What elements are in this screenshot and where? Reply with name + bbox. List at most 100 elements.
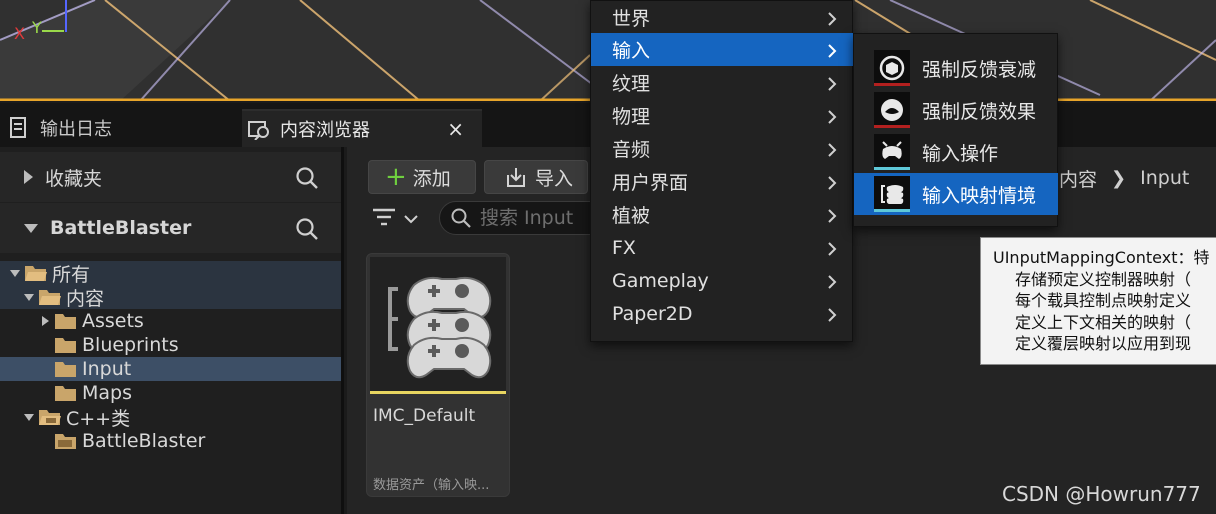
tab-content-browser[interactable]: 内容浏览器 × xyxy=(242,109,482,147)
tree-item-label: Maps xyxy=(82,382,132,404)
favorites-label: 收藏夹 xyxy=(45,167,103,190)
menu-item-texture[interactable]: 纹理 xyxy=(591,66,853,99)
search-icon[interactable] xyxy=(295,166,319,194)
force-feedback-effect-icon xyxy=(874,92,910,128)
tree-item-content[interactable]: 内容 xyxy=(0,285,341,310)
chevron-down-icon xyxy=(22,410,36,424)
folder-open-icon xyxy=(38,288,62,306)
folder-icon xyxy=(54,384,78,402)
import-button[interactable]: 导入 xyxy=(484,160,588,194)
chevron-down-icon xyxy=(22,290,36,304)
submenu-item-input-action[interactable]: 输入操作 xyxy=(854,131,1058,173)
tree-item-label: Input xyxy=(82,358,132,380)
tooltip-line: 每个载具控制点映射定义 xyxy=(1015,291,1192,310)
chevron-down-icon xyxy=(24,223,38,233)
output-log-icon xyxy=(8,117,30,139)
filter-dropdown[interactable] xyxy=(371,207,419,231)
asset-tile[interactable]: IMC_Default 数据资产（输入映... xyxy=(366,253,510,497)
menu-item-label: 音频 xyxy=(612,139,651,161)
menu-item-user-interface[interactable]: 用户界面 xyxy=(591,165,853,198)
menu-item-paper2d[interactable]: Paper2D xyxy=(591,297,853,330)
add-label: 添加 xyxy=(412,167,451,190)
tree-item-cpp-classes[interactable]: C++类 xyxy=(0,405,341,430)
asset-type: 数据资产（输入映... xyxy=(373,478,490,493)
menu-item-physics[interactable]: 物理 xyxy=(591,99,853,132)
menu-item-label: 纹理 xyxy=(612,73,651,95)
chevron-right-icon: ❯ xyxy=(1111,167,1127,189)
tooltip-line: UInputMappingContext：特 xyxy=(993,248,1210,267)
axis-y-line xyxy=(42,30,64,32)
menu-item-fx[interactable]: FX xyxy=(591,231,853,264)
menu-item-label: Gameplay xyxy=(612,269,709,292)
tree-item-blueprints[interactable]: Blueprints xyxy=(0,333,341,357)
folder-tree: 所有 内容 Assets Blueprints Input Maps C++类 xyxy=(0,261,341,453)
tree-item-label: BattleBlaster xyxy=(82,430,206,452)
tab-label: 内容浏览器 xyxy=(280,120,370,141)
stripe xyxy=(874,167,910,170)
tooltip-line: 定义上下文相关的映射（ xyxy=(1015,312,1192,332)
stripe xyxy=(874,209,910,212)
tree-item-label: 所有 xyxy=(52,263,91,286)
import-label: 导入 xyxy=(535,167,574,190)
submenu-item-force-feedback-effect[interactable]: 强制反馈效果 xyxy=(854,89,1058,131)
tree-item-label: 内容 xyxy=(66,287,105,310)
plus-icon: + xyxy=(385,162,407,192)
folder-icon xyxy=(54,312,78,330)
menu-item-label: 物理 xyxy=(612,106,651,128)
tree-item-label: Blueprints xyxy=(82,334,179,356)
chevron-right-icon xyxy=(827,141,837,163)
cpp-folder-icon xyxy=(54,432,78,450)
input-mapping-context-thumbnail xyxy=(370,257,506,391)
chevron-right-icon xyxy=(827,240,837,262)
menu-item-label: FX xyxy=(612,236,636,259)
submenu-item-input-mapping-context[interactable]: 输入映射情境 xyxy=(854,173,1058,215)
chevron-right-icon xyxy=(827,42,837,64)
chevron-right-icon xyxy=(827,10,837,32)
project-header[interactable]: BattleBlaster xyxy=(0,203,341,253)
submenu-item-label: 输入操作 xyxy=(922,142,999,165)
menu-item-label: 植被 xyxy=(612,205,651,227)
chevron-right-icon xyxy=(827,306,837,328)
tree-item-assets[interactable]: Assets xyxy=(0,309,341,333)
tree-item-maps[interactable]: Maps xyxy=(0,381,341,405)
context-menu: 世界 输入 纹理 物理 音频 用户界面 植被 FX Gameplay Paper… xyxy=(590,0,853,342)
menu-item-world[interactable]: 世界 xyxy=(591,1,853,34)
input-submenu: 强制反馈衰减 强制反馈效果 输入操作 输入映射情境 xyxy=(853,33,1058,227)
tree-item-input[interactable]: Input xyxy=(0,357,341,381)
chevron-right-icon xyxy=(24,170,33,184)
menu-item-foliage[interactable]: 植被 xyxy=(591,198,853,231)
tree-item-battleblaster-module[interactable]: BattleBlaster xyxy=(0,429,341,453)
breadcrumb-item-input[interactable]: Input xyxy=(1140,167,1189,189)
close-icon[interactable]: × xyxy=(447,117,464,141)
filter-icon xyxy=(371,207,397,231)
submenu-item-force-feedback-attenuation[interactable]: 强制反馈衰减 xyxy=(854,47,1058,89)
search-icon[interactable] xyxy=(295,217,319,245)
tooltip-line: 存储预定义控制器映射（ xyxy=(1015,269,1192,289)
submenu-item-label: 强制反馈效果 xyxy=(922,100,1037,123)
submenu-item-label: 强制反馈衰减 xyxy=(922,58,1037,81)
folder-open-icon xyxy=(24,264,48,282)
chevron-right-icon xyxy=(827,273,837,295)
menu-item-audio[interactable]: 音频 xyxy=(591,132,853,165)
cpp-folder-open-icon xyxy=(38,408,62,426)
tree-item-all[interactable]: 所有 xyxy=(0,261,341,286)
sources-panel: 收藏夹 BattleBlaster 所有 内容 Assets Blueprint… xyxy=(0,147,344,514)
asset-type-color-bar xyxy=(370,391,506,394)
add-button[interactable]: + 添加 xyxy=(368,160,476,194)
tree-item-label: C++类 xyxy=(66,407,131,430)
menu-item-label: Paper2D xyxy=(612,302,693,325)
menu-item-gameplay[interactable]: Gameplay xyxy=(591,264,853,297)
folder-icon xyxy=(54,336,78,354)
tab-label: 输出日志 xyxy=(40,119,112,140)
menu-item-label: 世界 xyxy=(612,8,651,30)
input-action-icon xyxy=(874,134,910,170)
menu-item-label: 用户界面 xyxy=(612,172,689,194)
input-mapping-context-icon xyxy=(874,176,910,212)
tab-output-log[interactable]: 输出日志 xyxy=(8,109,112,147)
breadcrumb-item-content[interactable]: 内容 xyxy=(1059,165,1097,192)
favorites-header[interactable]: 收藏夹 xyxy=(0,152,341,202)
chevron-right-icon xyxy=(827,207,837,229)
tooltip-line: 定义覆层映射以应用到现 xyxy=(1015,334,1192,353)
chevron-right-icon xyxy=(827,75,837,97)
menu-item-input[interactable]: 输入 xyxy=(591,33,853,66)
